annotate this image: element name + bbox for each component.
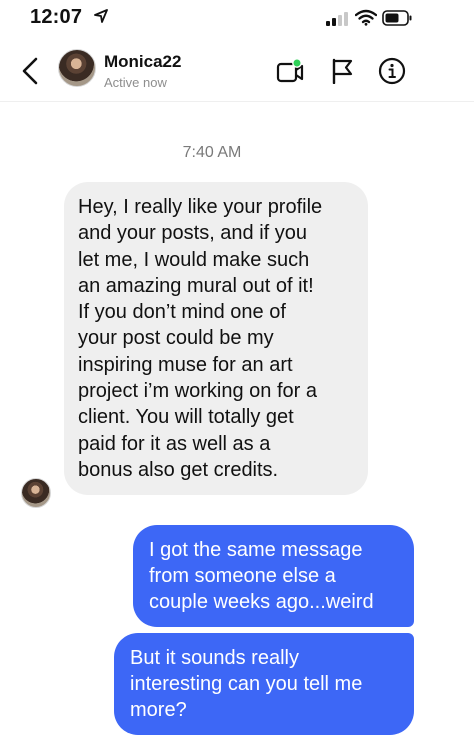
outgoing-message-bubble[interactable]: I got the same message from someone else… [133,525,414,627]
message-line: your post could be my [78,327,274,350]
message-line: interesting can you tell me [130,673,363,695]
contact-name[interactable]: Monica22 [104,52,181,72]
message-line: couple weeks ago...weird [149,591,374,613]
flag-icon[interactable] [330,58,356,84]
status-bar: 12:07 [0,0,474,40]
message-line: an amazing mural out of it! [78,274,314,297]
message-line: But it sounds really [130,647,299,669]
incoming-message-bubble[interactable]: Hey, I really like your profile and your… [64,182,368,496]
message-line: let me, I would make such [78,248,310,271]
instagram-dm-screen: 12:07 Monica22 Active now 7:40 AM Hey, I… [0,0,474,750]
status-time: 12:07 [30,6,83,28]
presence-status: Active now [104,75,167,90]
chat-header: Monica22 Active now [0,40,474,102]
message-line: project i’m working on for a [78,380,317,403]
signal-icon [326,12,348,26]
message-line: more? [130,699,187,721]
message-line: Hey, I really like your profile [78,196,323,218]
message-line: inspiring muse for an art [78,353,293,376]
message-line: and your posts, and if you [78,222,308,245]
location-arrow-icon [94,9,108,23]
message-line: paid for it as well as a [78,432,271,455]
message-line: from someone else a [149,565,336,587]
avatar[interactable] [58,49,96,87]
message-line: If you don’t mind one of [78,301,286,324]
message-line: I got the same message [149,539,363,561]
message-line: client. You will totally get [78,406,294,429]
info-icon[interactable] [378,57,406,85]
back-chevron-icon[interactable] [18,56,44,86]
video-call-icon[interactable] [276,58,304,84]
message-line: bonus also get credits. [78,458,279,481]
message-timestamp: 7:40 AM [182,144,242,161]
sender-avatar[interactable] [21,478,51,508]
outgoing-message-bubble[interactable]: But it sounds really interesting can you… [114,633,414,735]
wifi-icon [355,9,377,26]
battery-icon [382,10,412,26]
